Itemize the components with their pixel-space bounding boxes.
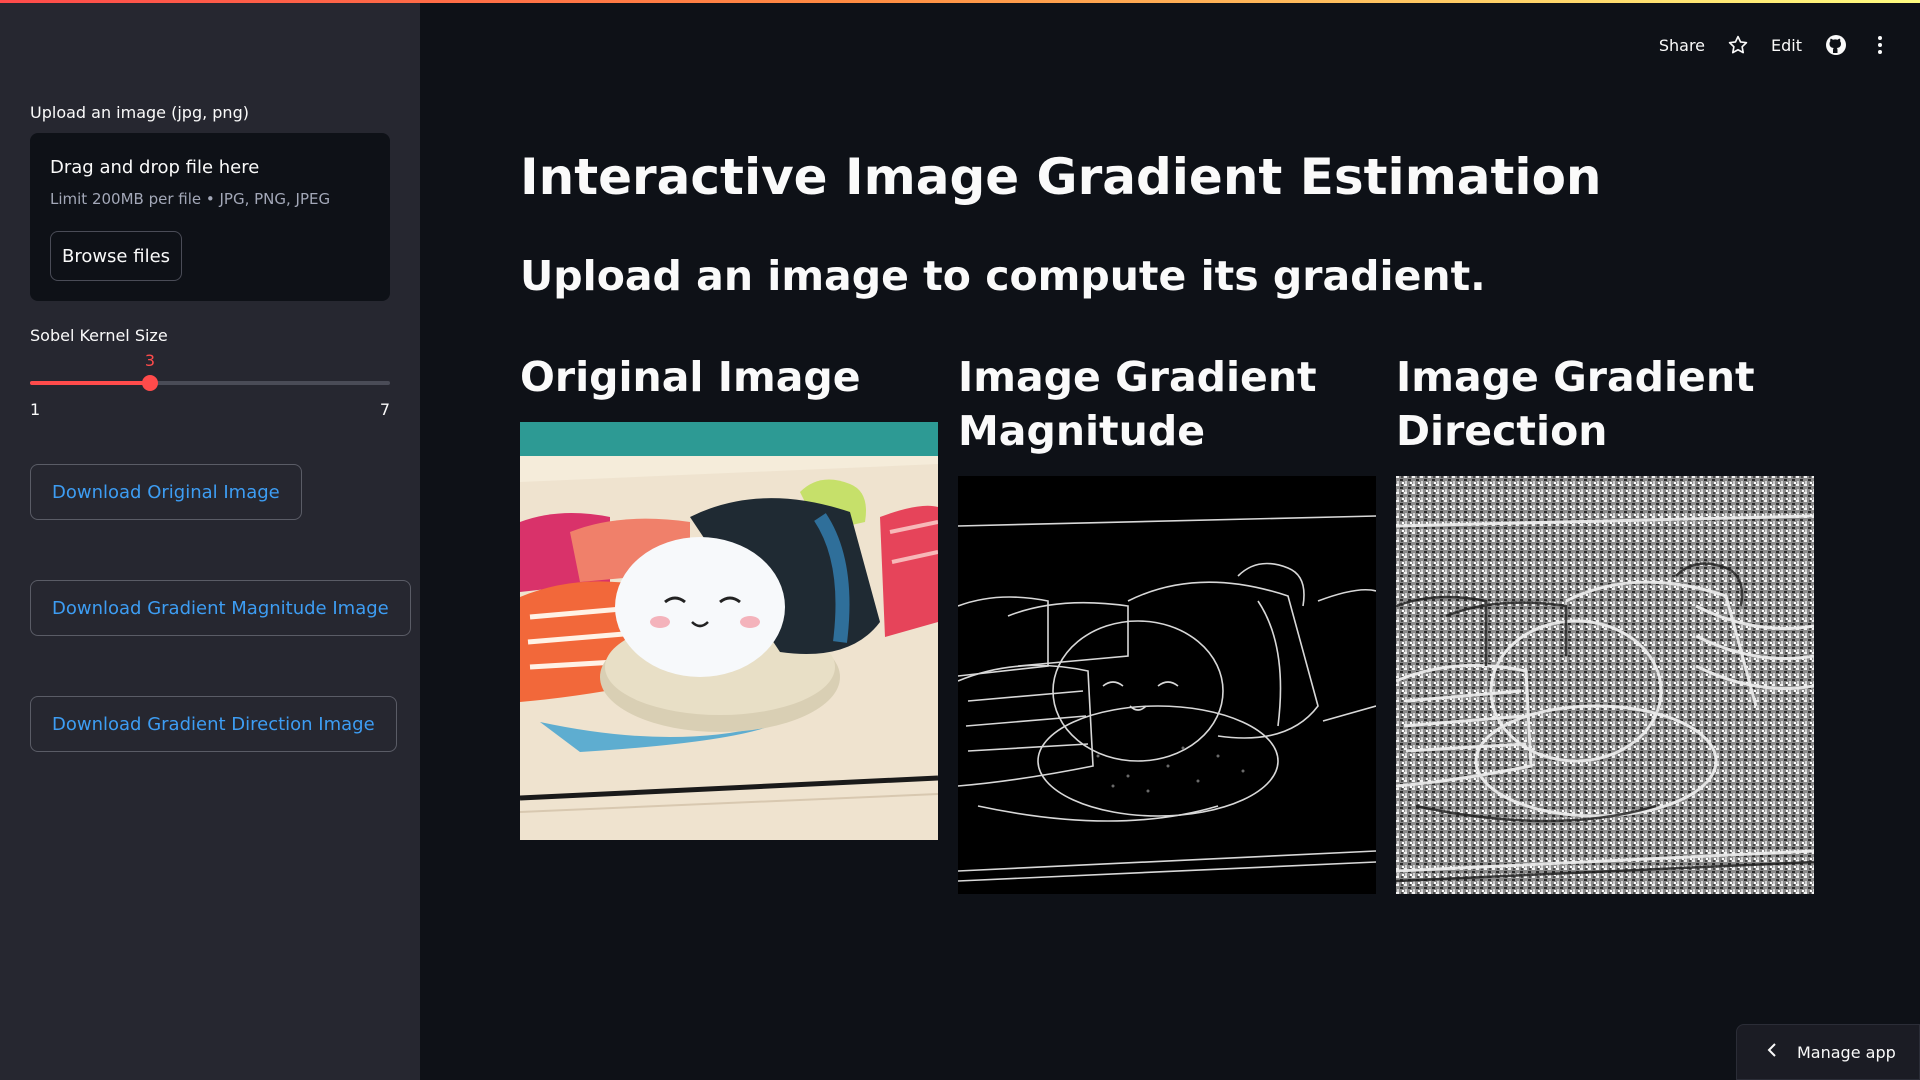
gradient-magnitude-heading: Image Gradient Magnitude bbox=[958, 353, 1317, 455]
share-button[interactable]: Share bbox=[1659, 36, 1705, 55]
original-image-column: Original Image bbox=[520, 350, 938, 840]
original-image-heading: Original Image bbox=[520, 353, 861, 401]
slider-max: 7 bbox=[379, 400, 390, 419]
top-decoration-bar bbox=[0, 0, 1920, 3]
gradient-direction-image bbox=[1396, 476, 1814, 894]
slider-fill bbox=[30, 381, 150, 385]
manage-app-button[interactable]: Manage app bbox=[1736, 1024, 1920, 1080]
download-original-button[interactable]: Download Original Image bbox=[30, 464, 302, 520]
slider-value: 3 bbox=[144, 351, 156, 370]
header-actions: Share Edit bbox=[1659, 30, 1890, 60]
browse-files-button[interactable]: Browse files bbox=[50, 231, 182, 281]
kernel-size-slider[interactable]: 3 1 7 bbox=[30, 345, 390, 425]
manage-app-label: Manage app bbox=[1797, 1042, 1896, 1062]
page-subtitle: Upload an image to compute its gradient. bbox=[520, 252, 1486, 300]
slider-label: Sobel Kernel Size bbox=[30, 326, 168, 345]
gradient-magnitude-column: Image Gradient Magnitude bbox=[958, 350, 1376, 894]
download-magnitude-button[interactable]: Download Gradient Magnitude Image bbox=[30, 580, 411, 636]
dropzone-title: Drag and drop file here bbox=[50, 157, 260, 178]
dropzone-limit: Limit 200MB per file • JPG, PNG, JPEG bbox=[50, 190, 331, 208]
gradient-direction-column: Image Gradient Direction bbox=[1396, 350, 1814, 894]
slider-thumb[interactable] bbox=[142, 375, 158, 391]
star-icon[interactable] bbox=[1727, 34, 1749, 56]
file-dropzone[interactable]: Drag and drop file here Limit 200MB per … bbox=[30, 133, 390, 301]
upload-label: Upload an image (jpg, png) bbox=[30, 103, 249, 122]
more-vertical-icon[interactable] bbox=[1870, 34, 1890, 56]
page-title: Interactive Image Gradient Estimation bbox=[520, 148, 1602, 206]
slider-min: 1 bbox=[30, 400, 41, 419]
gradient-magnitude-image bbox=[958, 476, 1376, 894]
chevron-left-icon bbox=[1767, 1042, 1777, 1062]
gradient-direction-heading: Image Gradient Direction bbox=[1396, 353, 1755, 455]
original-image bbox=[520, 422, 938, 840]
download-direction-button[interactable]: Download Gradient Direction Image bbox=[30, 696, 397, 752]
github-icon[interactable] bbox=[1824, 33, 1848, 57]
sidebar: Upload an image (jpg, png) Drag and drop… bbox=[0, 0, 420, 1080]
edit-button[interactable]: Edit bbox=[1771, 36, 1802, 55]
